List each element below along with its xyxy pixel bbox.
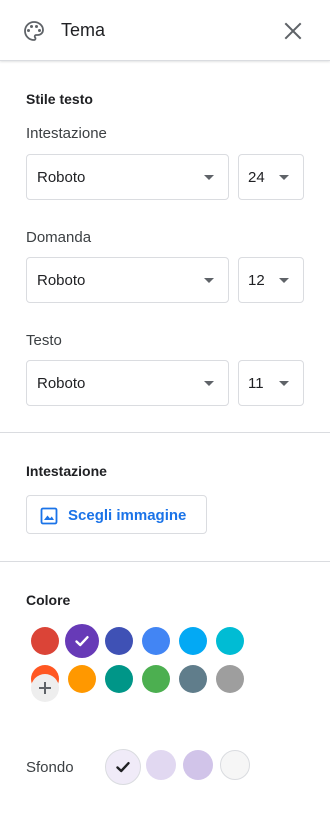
text-style-title: Stile testo (26, 91, 93, 107)
heading-font-label: Intestazione (26, 125, 107, 142)
theme-color-swatch[interactable] (68, 665, 96, 693)
heading-size-select[interactable]: 24 (238, 154, 304, 200)
section-divider (0, 432, 330, 433)
checkmark-icon (75, 636, 89, 647)
header-section-title: Intestazione (26, 463, 107, 479)
close-button[interactable] (279, 17, 307, 45)
question-font-select[interactable]: Roboto (26, 257, 229, 303)
text-font-label: Testo (26, 332, 62, 349)
theme-color-swatch[interactable] (65, 624, 99, 658)
theme-color-swatch[interactable] (105, 665, 133, 693)
theme-color-swatch[interactable] (142, 665, 170, 693)
palette-icon (24, 21, 44, 41)
dropdown-arrow-icon (204, 278, 214, 283)
color-section-title: Colore (26, 592, 71, 608)
choose-image-button[interactable]: Scegli immagine (26, 495, 207, 534)
text-font-value: Roboto (37, 375, 86, 392)
close-icon (284, 22, 302, 40)
theme-color-swatch[interactable] (179, 665, 207, 693)
theme-color-swatch[interactable] (216, 627, 244, 655)
question-font-value: Roboto (37, 272, 86, 289)
question-size-value: 12 (248, 272, 265, 289)
panel-header: Tema (0, 0, 330, 61)
theme-color-swatch[interactable] (31, 627, 59, 655)
question-size-select[interactable]: 12 (238, 257, 304, 303)
theme-color-swatch[interactable] (105, 627, 133, 655)
text-font-select[interactable]: Roboto (26, 360, 229, 406)
dropdown-arrow-icon (204, 175, 214, 180)
dropdown-arrow-icon (279, 175, 289, 180)
text-size-value: 11 (248, 375, 264, 392)
background-color-swatch[interactable] (146, 750, 176, 780)
plus-icon (39, 682, 51, 694)
dropdown-arrow-icon (204, 381, 214, 386)
dropdown-arrow-icon (279, 381, 289, 386)
background-label: Sfondo (26, 759, 74, 776)
section-divider (0, 561, 330, 562)
heading-size-value: 24 (248, 169, 265, 186)
heading-font-value: Roboto (37, 169, 86, 186)
theme-color-swatch[interactable] (179, 627, 207, 655)
choose-image-label: Scegli immagine (68, 507, 187, 524)
panel-title: Tema (61, 20, 106, 40)
checkmark-icon (116, 762, 130, 773)
add-custom-color-button[interactable] (31, 674, 59, 702)
text-size-select[interactable]: 11 (238, 360, 304, 406)
theme-color-swatch[interactable] (142, 627, 170, 655)
image-icon (40, 507, 58, 525)
question-font-label: Domanda (26, 229, 92, 246)
background-color-swatch[interactable] (220, 750, 250, 780)
theme-color-swatch[interactable] (216, 665, 244, 693)
heading-font-select[interactable]: Roboto (26, 154, 229, 200)
background-color-swatch[interactable] (183, 750, 213, 780)
dropdown-arrow-icon (279, 278, 289, 283)
background-color-swatch[interactable] (105, 749, 141, 785)
